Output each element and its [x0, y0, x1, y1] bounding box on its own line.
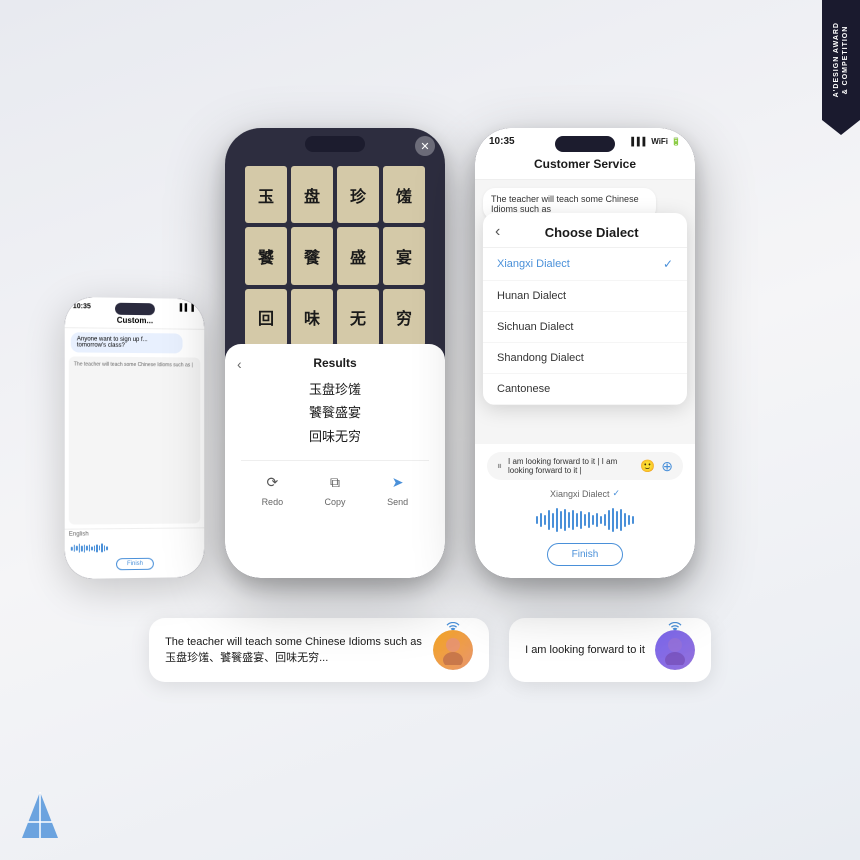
left-bg-phone: 10:35 ▌▌ ▌ Custom... Anyone want to sign… — [65, 297, 204, 579]
dialect-check-0: ✓ — [663, 257, 673, 271]
chat-header-title: Customer Service — [487, 157, 683, 171]
small-status-icons: ▌▌ ▌ — [180, 305, 197, 312]
right-time: 10:35 — [489, 136, 515, 147]
dialect-item-0[interactable]: Xiangxi Dialect ✓ — [483, 248, 687, 281]
small-finish-btn[interactable]: Finish — [116, 558, 154, 571]
dialect-label: Xiangxi Dialect ✓ — [487, 488, 683, 499]
finish-button[interactable]: Finish — [547, 543, 624, 566]
results-panel: ‹ Results 玉盘珍馐 饕餮盛宴 回味无穷 ⟳ Redo — [225, 344, 445, 578]
ocr-cell-3: 珍 — [337, 166, 379, 223]
ocr-cell-5: 饕 — [245, 227, 287, 284]
ocr-cell-2: 盘 — [291, 166, 333, 223]
add-icon[interactable]: ⊕ — [661, 458, 673, 475]
redo-icon: ⟳ — [261, 471, 283, 493]
right-status-icons: ▌▌▌ WiFi 🔋 — [631, 137, 681, 146]
right-caption-text: I am looking forward to it — [525, 642, 645, 659]
left-caption-text: The teacher will teach some Chinese Idio… — [165, 634, 423, 667]
right-main-screen: 10:35 ▌▌▌ WiFi 🔋 Customer Service — [475, 128, 695, 578]
close-button[interactable]: ✕ — [415, 136, 435, 156]
dialect-check-icon: ✓ — [612, 488, 620, 499]
left-main-screen: ✕ 玉 盘 珍 馐 饕 餮 盛 宴 回 味 — [225, 128, 445, 578]
right-main-notch — [555, 136, 615, 152]
dialect-item-1[interactable]: Hunan Dialect — [483, 281, 687, 312]
small-input-text: The teacher will teach some Chinese Idio… — [72, 359, 198, 370]
results-actions: ⟳ Redo ⧉ Copy ➤ Send — [241, 460, 429, 507]
ocr-cell-7: 盛 — [337, 227, 379, 284]
ocr-cell-6: 餮 — [291, 227, 333, 284]
ocr-cell-8: 宴 — [383, 227, 425, 284]
captions-row: The teacher will teach some Chinese Idio… — [40, 618, 820, 682]
left-main-notch — [305, 136, 365, 152]
voice-input-text: I am looking forward to it | I am lookin… — [508, 457, 634, 475]
dialect-overlay: ‹ Choose Dialect Xiangxi Dialect ✓ Hunan… — [483, 213, 687, 405]
voice-input-row: ⏸ I am looking forward to it | I am look… — [487, 452, 683, 480]
left-caption: The teacher will teach some Chinese Idio… — [149, 618, 489, 682]
ocr-cell-12: 穷 — [383, 289, 425, 346]
copy-icon: ⧉ — [324, 471, 346, 493]
send-icon: ➤ — [387, 471, 409, 493]
results-text: 玉盘珍馐 饕餮盛宴 回味无穷 — [241, 378, 429, 448]
voice-waveform-large — [487, 505, 683, 535]
right-chat-header: Customer Service — [475, 151, 695, 180]
redo-button[interactable]: ⟳ Redo — [261, 471, 283, 507]
small-bubble: Anyone want to sign up f... tomorrow's c… — [71, 332, 183, 353]
award-badge: A'DESIGN AWARD& COMPETITION — [822, 0, 860, 120]
dialect-back-button[interactable]: ‹ — [495, 223, 500, 241]
dialect-header: ‹ Choose Dialect — [483, 213, 687, 248]
small-waveform — [65, 538, 204, 557]
pause-icon[interactable]: ⏸ — [497, 461, 502, 472]
ocr-cell-9: 回 — [245, 289, 287, 346]
left-avatar — [433, 630, 473, 670]
left-phone-group: 10:35 ▌▌ ▌ Custom... Anyone want to sign… — [165, 128, 445, 578]
left-main-phone: ✕ 玉 盘 珍 馐 饕 餮 盛 宴 回 味 — [225, 128, 445, 578]
small-notch — [115, 303, 155, 316]
ocr-cell-4: 馐 — [383, 166, 425, 223]
voice-input-area: ⏸ I am looking forward to it | I am look… — [475, 444, 695, 578]
results-title: Results — [241, 356, 429, 370]
ocr-cell-11: 无 — [337, 289, 379, 346]
copy-button[interactable]: ⧉ Copy — [324, 471, 346, 507]
ocr-cell-10: 味 — [291, 289, 333, 346]
phones-row: 10:35 ▌▌ ▌ Custom... Anyone want to sign… — [165, 128, 695, 578]
results-back-button[interactable]: ‹ — [237, 356, 242, 372]
dialect-item-4[interactable]: Cantonese — [483, 374, 687, 405]
dialect-item-3[interactable]: Shandong Dialect — [483, 343, 687, 374]
right-caption: I am looking forward to it — [509, 618, 711, 682]
small-language: English — [69, 531, 89, 537]
award-triangle — [822, 120, 860, 135]
a-logo — [20, 790, 60, 840]
main-content: 10:35 ▌▌ ▌ Custom... Anyone want to sign… — [0, 0, 860, 860]
right-phone-group: 10:35 ▌▌▌ WiFi 🔋 Customer Service — [475, 128, 695, 578]
dialect-item-2[interactable]: Sichuan Dialect — [483, 312, 687, 343]
ocr-cell-1: 玉 — [245, 166, 287, 223]
right-avatar — [655, 630, 695, 670]
emoji-icon[interactable]: 🙂 — [640, 459, 655, 473]
right-avatar-container — [655, 630, 695, 670]
left-avatar-container — [433, 630, 473, 670]
small-screen: 10:35 ▌▌ ▌ Custom... Anyone want to sign… — [65, 297, 204, 579]
award-text: A'DESIGN AWARD& COMPETITION — [832, 22, 850, 97]
small-time: 10:35 — [73, 303, 91, 310]
dialect-title: Choose Dialect — [508, 225, 675, 240]
send-button[interactable]: ➤ Send — [387, 471, 409, 507]
right-main-phone: 10:35 ▌▌▌ WiFi 🔋 Customer Service — [475, 128, 695, 578]
